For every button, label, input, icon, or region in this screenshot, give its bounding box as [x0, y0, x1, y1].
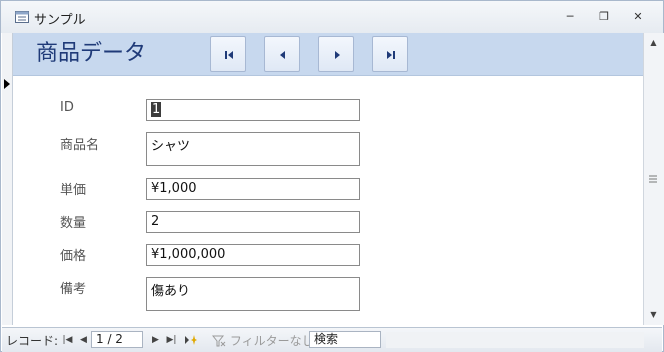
- current-record-input[interactable]: 1 / 2: [91, 331, 143, 348]
- price-field[interactable]: ¥1,000,000: [146, 244, 360, 266]
- unit-price-field[interactable]: ¥1,000: [146, 178, 360, 200]
- form-icon: [15, 11, 29, 23]
- product-name-field[interactable]: シャツ: [146, 132, 360, 166]
- notes-field[interactable]: 傷あり: [146, 277, 360, 311]
- first-record-icon: [225, 51, 233, 59]
- record-label: レコード:: [6, 334, 59, 348]
- vertical-scrollbar[interactable]: ▲ ▼: [643, 33, 664, 325]
- filter-label: フィルターなし: [229, 334, 314, 348]
- close-button[interactable]: ✕: [629, 9, 647, 25]
- product-name-label: 商品名: [60, 138, 100, 153]
- title-bar[interactable]: サンプル ─ ❐ ✕: [1, 1, 663, 33]
- scroll-down-icon[interactable]: ▼: [646, 307, 661, 323]
- first-record-nav-icon[interactable]: |◀: [62, 334, 73, 346]
- last-record-nav-icon[interactable]: ▶|: [166, 334, 177, 346]
- horizontal-scroll-area[interactable]: [386, 332, 644, 348]
- previous-record-nav-icon[interactable]: ◀: [78, 334, 89, 346]
- next-record-nav-icon[interactable]: ▶: [150, 334, 161, 346]
- last-record-icon: [387, 51, 395, 59]
- id-field[interactable]: 1: [146, 99, 360, 121]
- quantity-label: 数量: [60, 216, 87, 231]
- notes-label: 備考: [60, 282, 87, 297]
- filter-status[interactable]: フィルターなし: [211, 332, 314, 349]
- form-detail: ID 1 商品名 シャツ 単価 ¥1,000 数量 2 価格 ¥1,000,00…: [13, 76, 643, 325]
- unit-price-label: 単価: [60, 183, 87, 198]
- search-input[interactable]: 検索: [309, 331, 381, 348]
- window-title: サンプル: [34, 13, 86, 28]
- record-navigation-bar: レコード: |◀ ◀ 1 / 2 ▶ ▶| フィルターなし 検索: [2, 327, 662, 352]
- previous-record-icon: [280, 51, 285, 59]
- form-title: 商品データ: [36, 41, 147, 66]
- scroll-up-icon[interactable]: ▲: [646, 35, 661, 51]
- previous-record-button[interactable]: [264, 36, 300, 72]
- restore-button[interactable]: ❐: [595, 9, 613, 25]
- next-record-button[interactable]: [318, 36, 354, 72]
- last-record-button[interactable]: [372, 36, 408, 72]
- price-label: 価格: [60, 249, 87, 264]
- scroll-grip-icon[interactable]: [648, 173, 658, 183]
- form-window: サンプル ─ ❐ ✕ 商品データ ID 1 商品名 シャツ 単価 ¥1,000 …: [0, 0, 664, 352]
- filter-off-icon: [211, 335, 226, 347]
- id-label: ID: [60, 100, 74, 115]
- form-header: 商品データ: [13, 33, 643, 76]
- minimize-button[interactable]: ─: [561, 9, 579, 25]
- next-record-icon: [335, 51, 340, 59]
- first-record-button[interactable]: [210, 36, 246, 72]
- current-record-arrow-icon: [2, 75, 12, 93]
- quantity-field[interactable]: 2: [146, 211, 360, 233]
- new-record-nav-icon[interactable]: [184, 334, 198, 346]
